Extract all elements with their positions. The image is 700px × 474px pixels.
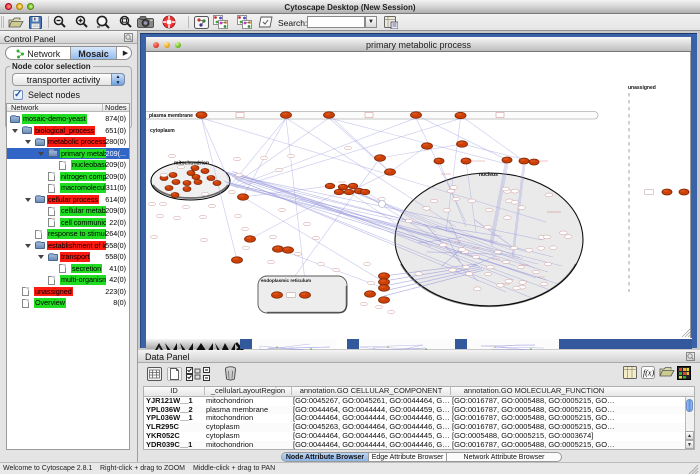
svg-text:plasma membrane: plasma membrane (149, 113, 193, 119)
svg-text:nucleus: nucleus (479, 172, 498, 178)
svg-text:f(x): f(x) (643, 369, 654, 378)
svg-text:unassigned: unassigned (628, 85, 656, 91)
svg-text:cytoplasm: cytoplasm (150, 128, 175, 134)
svg-text:endoplasmic reticulum: endoplasmic reticulum (261, 278, 311, 283)
